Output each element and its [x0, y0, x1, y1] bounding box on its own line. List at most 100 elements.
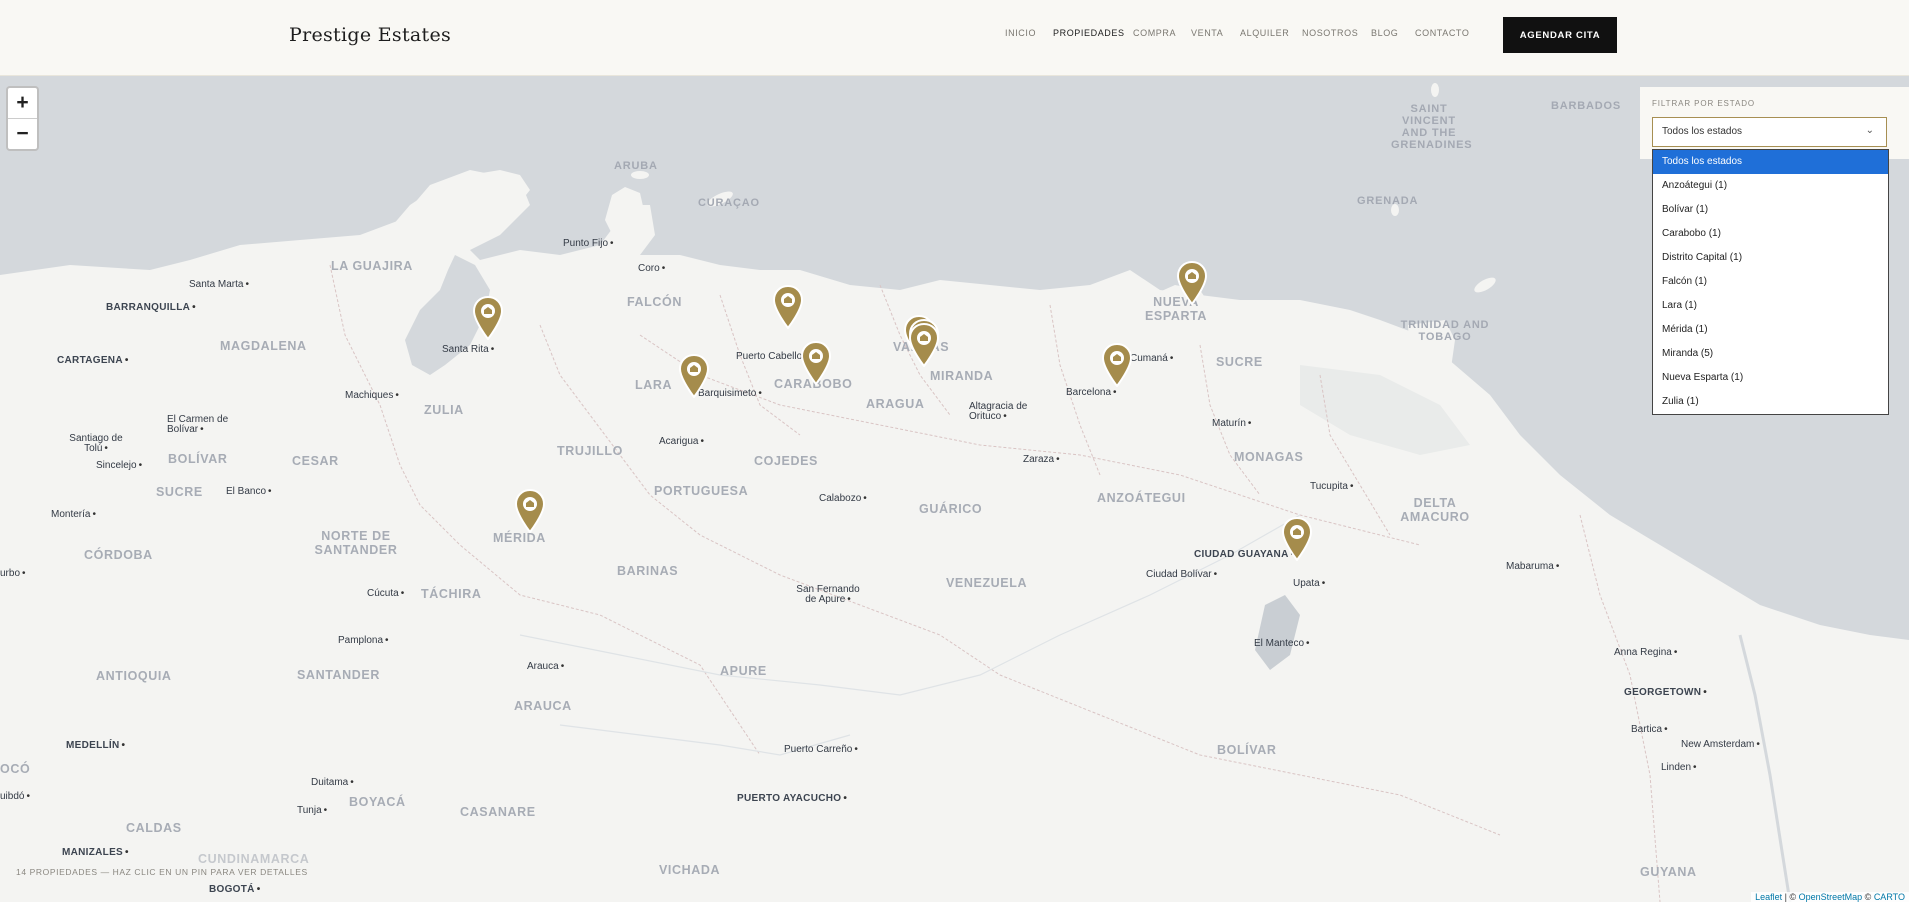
label-saint-vincent: SAINT VINCENT AND THE GRENADINES [1391, 103, 1473, 151]
label-portuguesa: PORTUGUESA [654, 484, 749, 498]
label-cojedes: COJEDES [754, 454, 818, 468]
label-tucupita: Tucupita [1310, 481, 1354, 492]
label-cesar: CESAR [292, 454, 339, 468]
label-cordoba: CÓRDOBA [84, 548, 153, 562]
state-option-miranda[interactable]: Miranda (5) [1653, 342, 1888, 366]
nav-blog[interactable]: BLOG [1371, 28, 1398, 38]
brand-logo[interactable]: Prestige Estates [289, 24, 451, 46]
state-option-bolivar[interactable]: Bolívar (1) [1653, 198, 1888, 222]
nav-contacto[interactable]: CONTACTO [1415, 28, 1469, 38]
book-appointment-button[interactable]: AGENDAR CITA [1503, 17, 1617, 53]
property-pin[interactable] [473, 296, 503, 340]
label-guarico: GUÁRICO [919, 502, 983, 516]
filter-label: FILTRAR POR ESTADO [1652, 99, 1756, 108]
label-bolivar-co: BOLÍVAR [168, 452, 228, 466]
label-altagracia: Altagracia de Orituco [969, 402, 1051, 422]
property-pin[interactable] [1282, 517, 1312, 561]
state-option-zulia[interactable]: Zulia (1) [1653, 390, 1888, 414]
label-medellin: MEDELLÍN [66, 740, 125, 751]
property-pin[interactable] [773, 285, 803, 329]
state-option-distrito-capital[interactable]: Distrito Capital (1) [1653, 246, 1888, 270]
label-acarigua: Acarigua [659, 436, 704, 447]
property-pin[interactable] [1102, 343, 1132, 387]
label-antioquia: ANTIOQUIA [96, 669, 172, 683]
label-delta-amacuro: DELTA AMACURO [1400, 496, 1470, 524]
state-option-falcon[interactable]: Falcón (1) [1653, 270, 1888, 294]
label-cundinamarca: CUNDINAMARCA [198, 852, 310, 866]
state-select[interactable]: Todos los estados ⌄ [1652, 117, 1887, 147]
nav-inicio[interactable]: INICIO [1005, 28, 1036, 38]
nav-nosotros[interactable]: NOSOTROS [1302, 28, 1358, 38]
label-apure: APURE [720, 664, 767, 678]
label-mabaruma: Mabaruma [1506, 561, 1559, 572]
label-georgetown: GEORGETOWN [1624, 687, 1707, 698]
attribution-separator: | © [1782, 892, 1799, 902]
label-puerto-cabello: Puerto Cabello [736, 351, 808, 362]
nav-alquiler[interactable]: ALQUILER [1240, 28, 1289, 38]
label-ciudad-bolivar: Ciudad Bolívar [1146, 569, 1217, 580]
map-basemap [0, 75, 1909, 902]
label-boyaca: BOYACÁ [349, 795, 406, 809]
state-option-all[interactable]: Todos los estados [1653, 150, 1888, 174]
label-barbados: BARBADOS [1551, 100, 1621, 112]
label-cumana: Cumaná [1130, 353, 1173, 364]
map-attribution: Leaflet | © OpenStreetMap © CARTO [1751, 892, 1909, 902]
label-lara: LARA [635, 378, 673, 392]
property-pin[interactable] [801, 341, 831, 385]
label-barranquilla: BARRANQUILLA [106, 302, 196, 313]
zoom-out-button[interactable]: − [8, 119, 37, 149]
label-duitama: Duitama [311, 777, 354, 788]
state-option-nueva-esparta[interactable]: Nueva Esparta (1) [1653, 366, 1888, 390]
zoom-in-button[interactable]: + [8, 88, 37, 119]
label-el-manteco: El Manteco [1254, 638, 1310, 649]
nav-venta[interactable]: VENTA [1191, 28, 1223, 38]
label-cartagena: CARTAGENA [57, 355, 129, 366]
carto-link[interactable]: CARTO [1874, 892, 1905, 902]
property-pin[interactable] [909, 323, 939, 367]
label-sucre-ve: SUCRE [1216, 355, 1263, 369]
label-guyana: GUYANA [1640, 865, 1697, 879]
label-el-banco: El Banco [226, 486, 272, 497]
label-san-fernando: San Fernando de Apure [792, 585, 864, 605]
label-venezuela: VENEZUELA [946, 576, 1028, 590]
label-puerto-ayacucho: PUERTO AYACUCHO [737, 793, 847, 804]
state-option-carabobo[interactable]: Carabobo (1) [1653, 222, 1888, 246]
label-maturin: Maturín [1212, 418, 1251, 429]
label-puerto-carreno: Puerto Carreño [784, 744, 858, 755]
label-merida: MÉRIDA [493, 531, 546, 545]
label-calabozo: Calabozo [819, 493, 867, 504]
label-coro: Coro [638, 263, 665, 274]
label-ciudad-guayana: CIUDAD GUAYANA [1194, 549, 1294, 560]
state-option-lara[interactable]: Lara (1) [1653, 294, 1888, 318]
label-monteria: Montería [51, 509, 96, 520]
map-zoom-control: + − [6, 86, 39, 151]
leaflet-link[interactable]: Leaflet [1755, 892, 1782, 902]
state-option-merida[interactable]: Mérida (1) [1653, 318, 1888, 342]
label-casanare: CASANARE [460, 805, 536, 819]
label-pamplona: Pamplona [338, 635, 389, 646]
property-pin[interactable] [1177, 261, 1207, 305]
property-map[interactable]: ARUBA CURAÇAO BARBADOS SAINT VINCENT AND… [0, 75, 1909, 902]
label-arauca: ARAUCA [514, 699, 572, 713]
label-trujillo: TRUJILLO [557, 444, 623, 458]
label-anna-regina: Anna Regina [1614, 647, 1677, 658]
label-choco: OCÓ [0, 762, 31, 776]
chevron-down-icon: ⌄ [1865, 125, 1874, 136]
label-linden: Linden [1661, 762, 1697, 773]
nav-propiedades[interactable]: PROPIEDADES [1053, 28, 1125, 38]
label-upata: Upata [1293, 578, 1325, 589]
label-anzoategui: ANZOÁTEGUI [1097, 491, 1186, 505]
label-zulia: ZULIA [424, 403, 464, 417]
label-quibdo: uibdó [0, 791, 30, 802]
label-tachira: TÁCHIRA [421, 587, 482, 601]
state-option-anzoategui[interactable]: Anzoátegui (1) [1653, 174, 1888, 198]
label-manizales: MANIZALES [62, 847, 129, 858]
label-grenada: GRENADA [1357, 195, 1419, 207]
label-trinidad: TRINIDAD AND TOBAGO [1400, 319, 1490, 343]
property-pin[interactable] [679, 354, 709, 398]
label-barinas: BARINAS [617, 564, 679, 578]
nav-compra[interactable]: COMPRA [1133, 28, 1176, 38]
property-pin[interactable] [515, 489, 545, 533]
attribution-separator-2: © [1862, 892, 1874, 902]
osm-link[interactable]: OpenStreetMap [1799, 892, 1863, 902]
